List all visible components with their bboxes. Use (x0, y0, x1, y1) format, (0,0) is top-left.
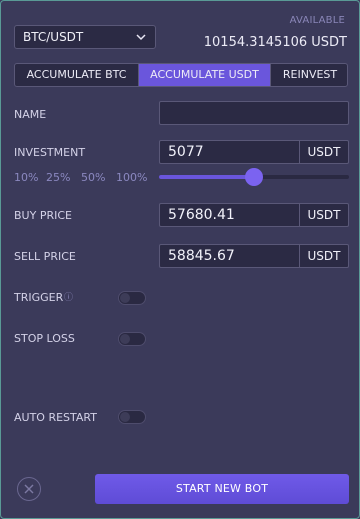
tab-accumulate-btc[interactable]: ACCUMULATE BTC (15, 64, 138, 86)
sell-price-label: SELL PRICE (14, 250, 76, 263)
buy-price-input[interactable]: 57680.41 USDT (159, 203, 349, 227)
available-balance: 10154.3145106 USDT (203, 35, 347, 50)
auto-restart-toggle[interactable] (118, 410, 146, 424)
strategy-tabs: ACCUMULATE BTC ACCUMULATE USDT REINVEST (14, 63, 348, 87)
trigger-toggle[interactable] (118, 291, 146, 305)
sell-price-value: 58845.67 (168, 248, 235, 264)
toggle-knob (120, 293, 130, 303)
investment-unit: USDT (299, 141, 348, 163)
trigger-label: TRIGGER (14, 291, 64, 304)
preset-10[interactable]: 10% (14, 171, 38, 184)
cancel-button[interactable] (17, 477, 41, 501)
toggle-knob (120, 412, 130, 422)
preset-50[interactable]: 50% (81, 171, 105, 184)
bot-panel: BTC/USDT AVAILABLE 10154.3145106 USDT AC… (0, 0, 360, 519)
sell-price-unit: USDT (299, 245, 348, 267)
buy-price-label: BUY PRICE (14, 209, 72, 222)
investment-input[interactable]: 5077 USDT (159, 140, 349, 164)
tab-accumulate-usdt[interactable]: ACCUMULATE USDT (138, 64, 270, 86)
preset-25[interactable]: 25% (46, 171, 70, 184)
stop-loss-label: STOP LOSS (14, 332, 75, 345)
auto-restart-label: AUTO RESTART (14, 411, 97, 424)
close-circle-icon (24, 484, 34, 494)
stop-loss-toggle[interactable] (118, 332, 146, 346)
buy-price-value: 57680.41 (168, 207, 235, 223)
preset-100[interactable]: 100% (116, 171, 147, 184)
info-icon[interactable]: ⓘ (64, 290, 73, 303)
pair-select[interactable]: BTC/USDT (14, 25, 156, 49)
tab-reinvest[interactable]: REINVEST (270, 64, 347, 86)
slider-fill (159, 175, 254, 179)
name-input[interactable] (159, 101, 349, 125)
toggle-knob (120, 334, 130, 344)
available-label: AVAILABLE (289, 15, 345, 26)
slider-thumb[interactable] (245, 168, 263, 186)
sell-price-input[interactable]: 58845.67 USDT (159, 244, 349, 268)
buy-price-unit: USDT (299, 204, 348, 226)
investment-slider[interactable] (159, 168, 349, 186)
investment-label: INVESTMENT (14, 146, 86, 159)
pair-select-value: BTC/USDT (23, 30, 84, 44)
chevron-down-icon (136, 34, 146, 41)
investment-value: 5077 (168, 144, 204, 160)
name-label: NAME (14, 108, 47, 121)
start-new-bot-button[interactable]: START NEW BOT (95, 474, 349, 504)
